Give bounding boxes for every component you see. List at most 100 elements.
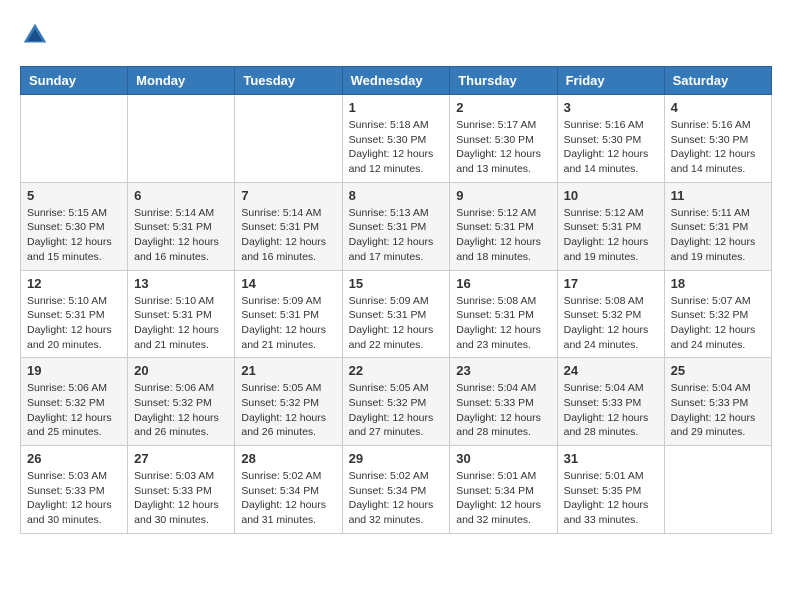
- week-row-3: 12 Sunrise: 5:10 AM Sunset: 5:31 PM Dayli…: [21, 270, 772, 358]
- calendar-cell: 18 Sunrise: 5:07 AM Sunset: 5:32 PM Dayli…: [664, 270, 771, 358]
- day-info: Sunrise: 5:14 AM Sunset: 5:31 PM Dayligh…: [134, 206, 228, 265]
- day-info: Sunrise: 5:02 AM Sunset: 5:34 PM Dayligh…: [349, 469, 444, 528]
- day-number: 17: [564, 276, 658, 291]
- day-number: 25: [671, 363, 765, 378]
- day-info: Sunrise: 5:16 AM Sunset: 5:30 PM Dayligh…: [671, 118, 765, 177]
- weekday-header-row: SundayMondayTuesdayWednesdayThursdayFrid…: [21, 67, 772, 95]
- calendar-cell: 21 Sunrise: 5:05 AM Sunset: 5:32 PM Dayli…: [235, 358, 342, 446]
- day-info: Sunrise: 5:02 AM Sunset: 5:34 PM Dayligh…: [241, 469, 335, 528]
- day-info: Sunrise: 5:01 AM Sunset: 5:34 PM Dayligh…: [456, 469, 550, 528]
- day-number: 18: [671, 276, 765, 291]
- calendar-cell: [235, 95, 342, 183]
- day-number: 22: [349, 363, 444, 378]
- calendar-cell: 3 Sunrise: 5:16 AM Sunset: 5:30 PM Daylig…: [557, 95, 664, 183]
- calendar-cell: 11 Sunrise: 5:11 AM Sunset: 5:31 PM Dayli…: [664, 182, 771, 270]
- day-number: 11: [671, 188, 765, 203]
- calendar-cell: 14 Sunrise: 5:09 AM Sunset: 5:31 PM Dayli…: [235, 270, 342, 358]
- weekday-header-friday: Friday: [557, 67, 664, 95]
- logo-icon: [20, 20, 50, 50]
- calendar-cell: 28 Sunrise: 5:02 AM Sunset: 5:34 PM Dayli…: [235, 446, 342, 534]
- day-number: 8: [349, 188, 444, 203]
- day-number: 29: [349, 451, 444, 466]
- day-number: 10: [564, 188, 658, 203]
- day-number: 21: [241, 363, 335, 378]
- calendar-cell: 7 Sunrise: 5:14 AM Sunset: 5:31 PM Daylig…: [235, 182, 342, 270]
- day-number: 14: [241, 276, 335, 291]
- day-info: Sunrise: 5:04 AM Sunset: 5:33 PM Dayligh…: [671, 381, 765, 440]
- day-number: 19: [27, 363, 121, 378]
- calendar-cell: 6 Sunrise: 5:14 AM Sunset: 5:31 PM Daylig…: [128, 182, 235, 270]
- weekday-header-sunday: Sunday: [21, 67, 128, 95]
- day-number: 9: [456, 188, 550, 203]
- calendar-cell: 31 Sunrise: 5:01 AM Sunset: 5:35 PM Dayli…: [557, 446, 664, 534]
- day-number: 6: [134, 188, 228, 203]
- day-info: Sunrise: 5:14 AM Sunset: 5:31 PM Dayligh…: [241, 206, 335, 265]
- calendar-cell: 23 Sunrise: 5:04 AM Sunset: 5:33 PM Dayli…: [450, 358, 557, 446]
- calendar-cell: [128, 95, 235, 183]
- day-info: Sunrise: 5:16 AM Sunset: 5:30 PM Dayligh…: [564, 118, 658, 177]
- day-info: Sunrise: 5:12 AM Sunset: 5:31 PM Dayligh…: [564, 206, 658, 265]
- calendar-cell: 25 Sunrise: 5:04 AM Sunset: 5:33 PM Dayli…: [664, 358, 771, 446]
- day-number: 23: [456, 363, 550, 378]
- day-info: Sunrise: 5:03 AM Sunset: 5:33 PM Dayligh…: [27, 469, 121, 528]
- week-row-4: 19 Sunrise: 5:06 AM Sunset: 5:32 PM Dayli…: [21, 358, 772, 446]
- calendar-cell: 15 Sunrise: 5:09 AM Sunset: 5:31 PM Dayli…: [342, 270, 450, 358]
- calendar-cell: 27 Sunrise: 5:03 AM Sunset: 5:33 PM Dayli…: [128, 446, 235, 534]
- weekday-header-thursday: Thursday: [450, 67, 557, 95]
- day-info: Sunrise: 5:07 AM Sunset: 5:32 PM Dayligh…: [671, 294, 765, 353]
- day-info: Sunrise: 5:04 AM Sunset: 5:33 PM Dayligh…: [456, 381, 550, 440]
- day-number: 26: [27, 451, 121, 466]
- day-number: 3: [564, 100, 658, 115]
- calendar-cell: 17 Sunrise: 5:08 AM Sunset: 5:32 PM Dayli…: [557, 270, 664, 358]
- calendar-cell: 30 Sunrise: 5:01 AM Sunset: 5:34 PM Dayli…: [450, 446, 557, 534]
- day-info: Sunrise: 5:10 AM Sunset: 5:31 PM Dayligh…: [134, 294, 228, 353]
- day-info: Sunrise: 5:03 AM Sunset: 5:33 PM Dayligh…: [134, 469, 228, 528]
- day-info: Sunrise: 5:15 AM Sunset: 5:30 PM Dayligh…: [27, 206, 121, 265]
- calendar-cell: 20Sunrise: 5:06 AM Sunset: 5:32 PM Dayli…: [128, 358, 235, 446]
- calendar-cell: 29 Sunrise: 5:02 AM Sunset: 5:34 PM Dayli…: [342, 446, 450, 534]
- day-info: Sunrise: 5:12 AM Sunset: 5:31 PM Dayligh…: [456, 206, 550, 265]
- calendar-cell: 8Sunrise: 5:13 AM Sunset: 5:31 PM Daylig…: [342, 182, 450, 270]
- calendar-cell: 2Sunrise: 5:17 AM Sunset: 5:30 PM Daylig…: [450, 95, 557, 183]
- day-info: Sunrise: 5:01 AM Sunset: 5:35 PM Dayligh…: [564, 469, 658, 528]
- calendar-cell: 16Sunrise: 5:08 AM Sunset: 5:31 PM Dayli…: [450, 270, 557, 358]
- day-info: Sunrise: 5:18 AM Sunset: 5:30 PM Dayligh…: [349, 118, 444, 177]
- day-number: 1: [349, 100, 444, 115]
- calendar-cell: 9 Sunrise: 5:12 AM Sunset: 5:31 PM Daylig…: [450, 182, 557, 270]
- day-info: Sunrise: 5:06 AM Sunset: 5:32 PM Dayligh…: [134, 381, 228, 440]
- day-number: 31: [564, 451, 658, 466]
- calendar-cell: 19 Sunrise: 5:06 AM Sunset: 5:32 PM Dayli…: [21, 358, 128, 446]
- day-info: Sunrise: 5:08 AM Sunset: 5:32 PM Dayligh…: [564, 294, 658, 353]
- week-row-5: 26 Sunrise: 5:03 AM Sunset: 5:33 PM Dayli…: [21, 446, 772, 534]
- day-number: 27: [134, 451, 228, 466]
- calendar-cell: 22 Sunrise: 5:05 AM Sunset: 5:32 PM Dayli…: [342, 358, 450, 446]
- day-info: Sunrise: 5:06 AM Sunset: 5:32 PM Dayligh…: [27, 381, 121, 440]
- day-number: 15: [349, 276, 444, 291]
- calendar-cell: [664, 446, 771, 534]
- week-row-2: 5 Sunrise: 5:15 AM Sunset: 5:30 PM Daylig…: [21, 182, 772, 270]
- day-info: Sunrise: 5:05 AM Sunset: 5:32 PM Dayligh…: [241, 381, 335, 440]
- day-number: 5: [27, 188, 121, 203]
- day-number: 16: [456, 276, 550, 291]
- day-number: 30: [456, 451, 550, 466]
- day-info: Sunrise: 5:09 AM Sunset: 5:31 PM Dayligh…: [241, 294, 335, 353]
- calendar-cell: 13Sunrise: 5:10 AM Sunset: 5:31 PM Dayli…: [128, 270, 235, 358]
- day-number: 12: [27, 276, 121, 291]
- weekday-header-saturday: Saturday: [664, 67, 771, 95]
- calendar-cell: 10 Sunrise: 5:12 AM Sunset: 5:31 PM Dayli…: [557, 182, 664, 270]
- day-info: Sunrise: 5:10 AM Sunset: 5:31 PM Dayligh…: [27, 294, 121, 353]
- day-info: Sunrise: 5:05 AM Sunset: 5:32 PM Dayligh…: [349, 381, 444, 440]
- calendar-cell: 12 Sunrise: 5:10 AM Sunset: 5:31 PM Dayli…: [21, 270, 128, 358]
- weekday-header-tuesday: Tuesday: [235, 67, 342, 95]
- day-info: Sunrise: 5:11 AM Sunset: 5:31 PM Dayligh…: [671, 206, 765, 265]
- day-number: 28: [241, 451, 335, 466]
- logo: [20, 20, 54, 50]
- header: [20, 20, 772, 50]
- day-number: 2: [456, 100, 550, 115]
- day-info: Sunrise: 5:09 AM Sunset: 5:31 PM Dayligh…: [349, 294, 444, 353]
- day-info: Sunrise: 5:04 AM Sunset: 5:33 PM Dayligh…: [564, 381, 658, 440]
- day-number: 7: [241, 188, 335, 203]
- calendar-cell: 4Sunrise: 5:16 AM Sunset: 5:30 PM Daylig…: [664, 95, 771, 183]
- calendar-cell: 1 Sunrise: 5:18 AM Sunset: 5:30 PM Daylig…: [342, 95, 450, 183]
- day-number: 24: [564, 363, 658, 378]
